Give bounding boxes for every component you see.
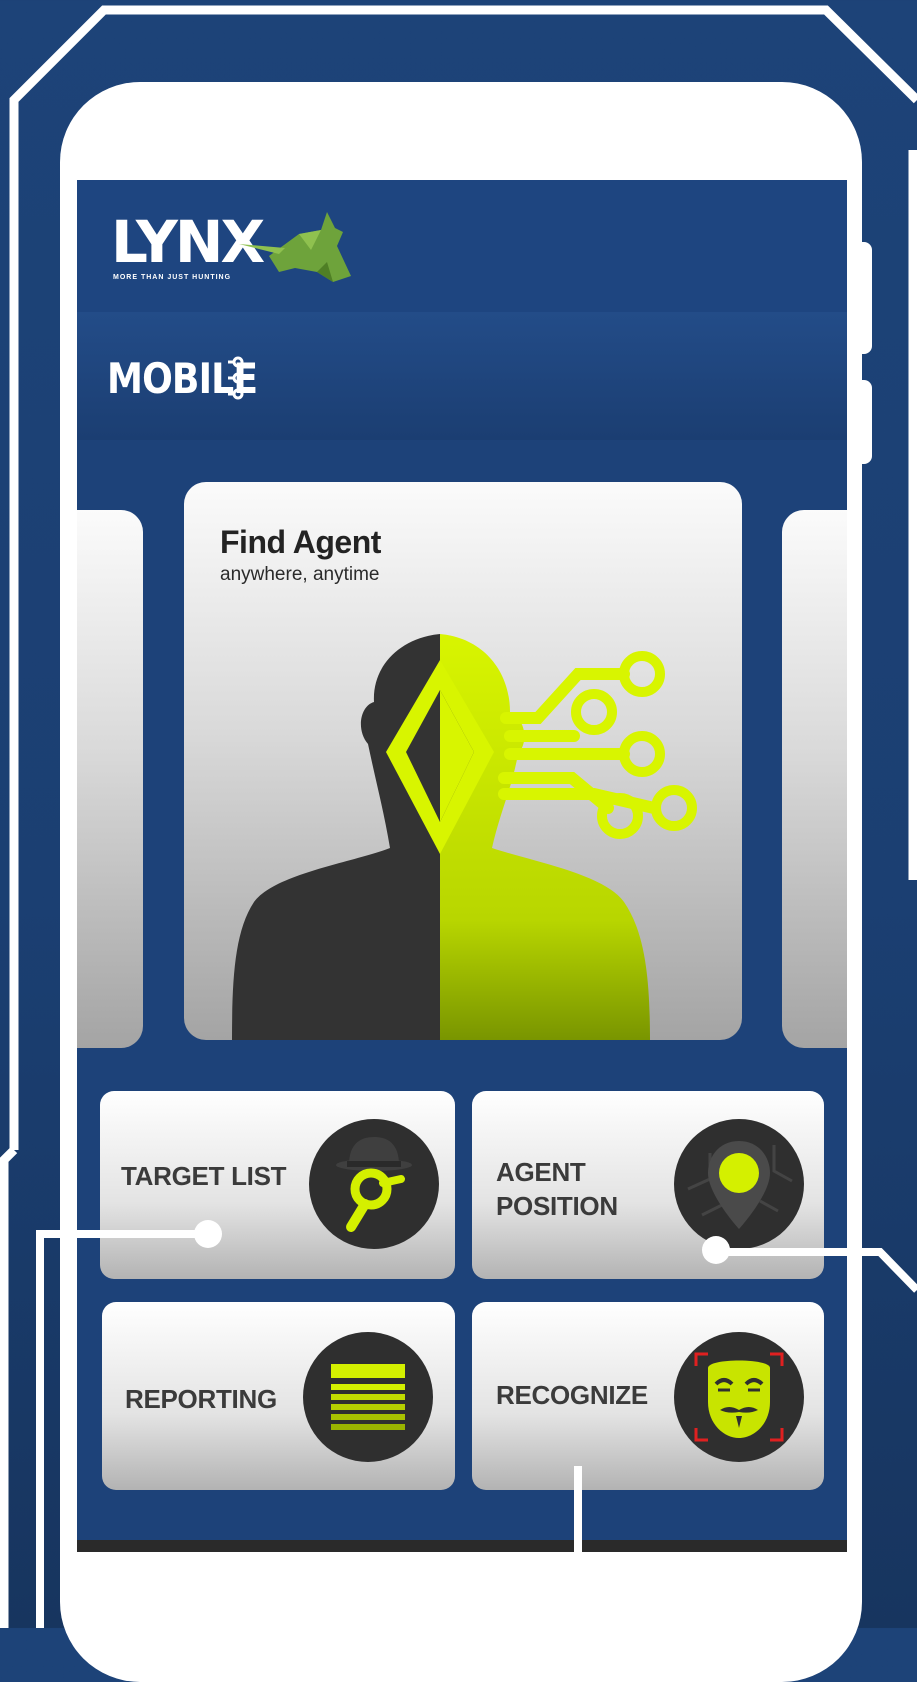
carousel-card-next[interactable]	[782, 510, 847, 1048]
mask-face-icon	[674, 1332, 804, 1462]
app-screen: LYNX MORE THAN JUST HUNTING MOBILE Find …	[77, 180, 847, 1552]
tile-label: AGENT POSITION	[496, 1155, 618, 1223]
lynx-logo[interactable]: LYNX MORE THAN JUST HUNTING	[111, 210, 351, 290]
tile-label: RECOGNIZE	[496, 1380, 648, 1410]
app-header: LYNX MORE THAN JUST HUNTING	[77, 180, 847, 312]
agent-position-tile[interactable]: AGENT POSITION	[472, 1091, 824, 1279]
tile-label-line2: POSITION	[496, 1191, 618, 1221]
map-pin-icon	[674, 1119, 804, 1249]
report-list-icon	[303, 1332, 433, 1462]
card-title: Find Agent	[220, 524, 381, 560]
phone-side-button-lower	[860, 380, 872, 464]
tile-label-line1: AGENT	[496, 1157, 586, 1187]
logo-tagline: MORE THAN JUST HUNTING	[113, 274, 232, 281]
tile-label: REPORTING	[125, 1384, 277, 1414]
circuit-dots-icon	[228, 356, 244, 400]
spy-search-icon	[309, 1119, 439, 1249]
lynx-cat-icon	[239, 212, 351, 282]
target-list-tile[interactable]: TARGET LIST	[100, 1091, 455, 1279]
reporting-tile[interactable]: REPORTING	[102, 1302, 455, 1490]
tile-label: TARGET LIST	[121, 1161, 287, 1191]
carousel-card-previous[interactable]	[77, 510, 143, 1048]
recognize-tile[interactable]: RECOGNIZE	[472, 1302, 824, 1490]
find-agent-card[interactable]: Find Agent anywhere, anytime	[184, 482, 742, 1040]
card-subtitle: anywhere, anytime	[220, 564, 380, 585]
section-bar: MOBILE	[77, 312, 847, 440]
screen-bottom-edge	[77, 1540, 847, 1552]
phone-side-button-upper	[860, 242, 872, 354]
